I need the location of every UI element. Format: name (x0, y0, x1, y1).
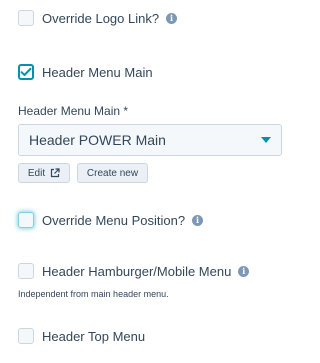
checkmark-icon (20, 67, 32, 76)
header-hamburger-help-text: Independent from main header menu. (18, 289, 169, 299)
create-new-button-label: Create new (86, 167, 139, 179)
header-menu-main-checkbox[interactable] (18, 64, 34, 80)
menu-select-dropdown[interactable]: Header POWER Main (18, 124, 282, 156)
chevron-down-icon (261, 137, 271, 143)
header-top-menu-row: Header Top Menu (18, 328, 145, 344)
override-logo-link-label: Override Logo Link? (42, 10, 160, 26)
edit-button[interactable]: Edit (18, 163, 70, 183)
header-hamburger-label: Header Hamburger/Mobile Menu (42, 263, 232, 279)
override-logo-link-row: Override Logo Link? i (18, 10, 178, 26)
info-icon[interactable]: i (166, 12, 178, 24)
override-menu-position-row: Override Menu Position? i (18, 212, 204, 228)
header-hamburger-checkbox[interactable] (18, 263, 34, 279)
header-top-menu-label: Header Top Menu (42, 328, 146, 344)
override-logo-link-checkbox[interactable] (18, 10, 34, 26)
override-menu-position-label: Override Menu Position? (42, 212, 186, 228)
header-menu-main-row: Header Menu Main (18, 64, 153, 80)
info-icon[interactable]: i (238, 265, 250, 277)
override-menu-position-checkbox[interactable] (18, 212, 34, 228)
header-menu-main-label: Header Menu Main (42, 64, 153, 80)
header-hamburger-row: Header Hamburger/Mobile Menu i (18, 263, 250, 279)
external-link-icon (51, 168, 60, 178)
header-top-menu-checkbox[interactable] (18, 328, 34, 344)
info-icon[interactable]: i (192, 214, 204, 226)
menu-select-label: Header Menu Main * (18, 104, 129, 118)
menu-select-value: Header POWER Main (29, 132, 166, 148)
create-new-button[interactable]: Create new (77, 163, 148, 183)
edit-button-label: Edit (27, 167, 46, 179)
